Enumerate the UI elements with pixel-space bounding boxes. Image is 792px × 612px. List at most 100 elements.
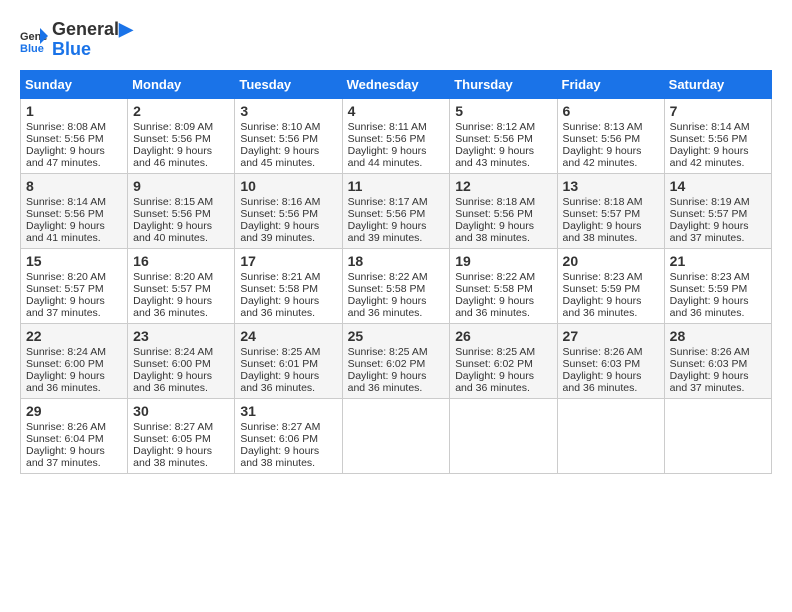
sunset-label: Sunset: 5:56 PM <box>240 133 318 145</box>
sunrise-label: Sunrise: 8:08 AM <box>26 121 106 133</box>
daylight-label: Daylight: 9 hours <box>348 295 427 307</box>
header-tuesday: Tuesday <box>235 70 342 98</box>
sunset-label: Sunset: 5:58 PM <box>348 283 426 295</box>
sunrise-label: Sunrise: 8:24 AM <box>133 346 213 358</box>
daylight-label: Daylight: 9 hours <box>240 295 319 307</box>
logo-icon: General Blue <box>20 26 48 54</box>
sunrise-label: Sunrise: 8:24 AM <box>26 346 106 358</box>
daylight-minutes: and 37 minutes. <box>26 457 101 469</box>
daylight-minutes: and 36 minutes. <box>348 382 423 394</box>
calendar-cell: 31 Sunrise: 8:27 AM Sunset: 6:06 PM Dayl… <box>235 398 342 473</box>
sunset-label: Sunset: 5:56 PM <box>26 208 104 220</box>
daylight-minutes: and 37 minutes. <box>26 307 101 319</box>
day-number: 9 <box>133 178 229 194</box>
header-wednesday: Wednesday <box>342 70 450 98</box>
sunset-label: Sunset: 6:00 PM <box>26 358 104 370</box>
day-number: 23 <box>133 328 229 344</box>
calendar-cell <box>557 398 664 473</box>
calendar-cell <box>664 398 771 473</box>
sunrise-label: Sunrise: 8:25 AM <box>348 346 428 358</box>
sunset-label: Sunset: 5:57 PM <box>26 283 104 295</box>
header-monday: Monday <box>128 70 235 98</box>
sunset-label: Sunset: 5:56 PM <box>455 133 533 145</box>
calendar-cell: 10 Sunrise: 8:16 AM Sunset: 5:56 PM Dayl… <box>235 173 342 248</box>
daylight-minutes: and 42 minutes. <box>670 157 745 169</box>
sunrise-label: Sunrise: 8:15 AM <box>133 196 213 208</box>
daylight-label: Daylight: 9 hours <box>240 145 319 157</box>
calendar-cell: 22 Sunrise: 8:24 AM Sunset: 6:00 PM Dayl… <box>21 323 128 398</box>
sunrise-label: Sunrise: 8:26 AM <box>563 346 643 358</box>
day-number: 21 <box>670 253 766 269</box>
sunrise-label: Sunrise: 8:20 AM <box>26 271 106 283</box>
daylight-minutes: and 36 minutes. <box>455 382 530 394</box>
day-number: 1 <box>26 103 122 119</box>
sunrise-label: Sunrise: 8:19 AM <box>670 196 750 208</box>
day-number: 22 <box>26 328 122 344</box>
daylight-label: Daylight: 9 hours <box>26 145 105 157</box>
calendar-cell: 8 Sunrise: 8:14 AM Sunset: 5:56 PM Dayli… <box>21 173 128 248</box>
sunrise-label: Sunrise: 8:25 AM <box>455 346 535 358</box>
calendar-cell: 18 Sunrise: 8:22 AM Sunset: 5:58 PM Dayl… <box>342 248 450 323</box>
day-number: 8 <box>26 178 122 194</box>
calendar-cell: 19 Sunrise: 8:22 AM Sunset: 5:58 PM Dayl… <box>450 248 557 323</box>
sunrise-label: Sunrise: 8:17 AM <box>348 196 428 208</box>
daylight-label: Daylight: 9 hours <box>563 220 642 232</box>
sunrise-label: Sunrise: 8:09 AM <box>133 121 213 133</box>
daylight-label: Daylight: 9 hours <box>26 220 105 232</box>
day-number: 25 <box>348 328 445 344</box>
day-number: 4 <box>348 103 445 119</box>
sunrise-label: Sunrise: 8:26 AM <box>670 346 750 358</box>
sunset-label: Sunset: 5:58 PM <box>455 283 533 295</box>
day-number: 15 <box>26 253 122 269</box>
daylight-minutes: and 36 minutes. <box>670 307 745 319</box>
sunset-label: Sunset: 5:59 PM <box>670 283 748 295</box>
daylight-minutes: and 46 minutes. <box>133 157 208 169</box>
daylight-minutes: and 38 minutes. <box>455 232 530 244</box>
sunset-label: Sunset: 6:00 PM <box>133 358 211 370</box>
daylight-label: Daylight: 9 hours <box>26 295 105 307</box>
sunset-label: Sunset: 5:56 PM <box>240 208 318 220</box>
daylight-label: Daylight: 9 hours <box>26 445 105 457</box>
daylight-label: Daylight: 9 hours <box>133 145 212 157</box>
logo-text-line2: Blue <box>52 40 133 60</box>
sunset-label: Sunset: 6:04 PM <box>26 433 104 445</box>
calendar-cell: 12 Sunrise: 8:18 AM Sunset: 5:56 PM Dayl… <box>450 173 557 248</box>
day-number: 30 <box>133 403 229 419</box>
sunset-label: Sunset: 6:02 PM <box>348 358 426 370</box>
daylight-label: Daylight: 9 hours <box>455 220 534 232</box>
sunrise-label: Sunrise: 8:22 AM <box>348 271 428 283</box>
calendar-cell: 30 Sunrise: 8:27 AM Sunset: 6:05 PM Dayl… <box>128 398 235 473</box>
logo: General Blue General▶ Blue <box>20 20 133 60</box>
sunset-label: Sunset: 5:56 PM <box>670 133 748 145</box>
calendar-cell: 17 Sunrise: 8:21 AM Sunset: 5:58 PM Dayl… <box>235 248 342 323</box>
daylight-label: Daylight: 9 hours <box>348 370 427 382</box>
page-header: General Blue General▶ Blue <box>20 20 772 60</box>
day-number: 2 <box>133 103 229 119</box>
daylight-label: Daylight: 9 hours <box>26 370 105 382</box>
calendar-cell: 3 Sunrise: 8:10 AM Sunset: 5:56 PM Dayli… <box>235 98 342 173</box>
daylight-minutes: and 36 minutes. <box>133 307 208 319</box>
sunset-label: Sunset: 5:56 PM <box>133 133 211 145</box>
calendar-week-row: 1 Sunrise: 8:08 AM Sunset: 5:56 PM Dayli… <box>21 98 772 173</box>
daylight-minutes: and 47 minutes. <box>26 157 101 169</box>
header-thursday: Thursday <box>450 70 557 98</box>
sunrise-label: Sunrise: 8:10 AM <box>240 121 320 133</box>
daylight-label: Daylight: 9 hours <box>348 220 427 232</box>
sunrise-label: Sunrise: 8:26 AM <box>26 421 106 433</box>
calendar-cell: 24 Sunrise: 8:25 AM Sunset: 6:01 PM Dayl… <box>235 323 342 398</box>
daylight-minutes: and 38 minutes. <box>240 457 315 469</box>
sunrise-label: Sunrise: 8:13 AM <box>563 121 643 133</box>
sunset-label: Sunset: 5:57 PM <box>563 208 641 220</box>
header-saturday: Saturday <box>664 70 771 98</box>
calendar-cell: 13 Sunrise: 8:18 AM Sunset: 5:57 PM Dayl… <box>557 173 664 248</box>
day-number: 26 <box>455 328 551 344</box>
day-number: 10 <box>240 178 336 194</box>
sunset-label: Sunset: 5:57 PM <box>670 208 748 220</box>
daylight-label: Daylight: 9 hours <box>133 220 212 232</box>
sunrise-label: Sunrise: 8:22 AM <box>455 271 535 283</box>
day-number: 31 <box>240 403 336 419</box>
calendar-cell: 28 Sunrise: 8:26 AM Sunset: 6:03 PM Dayl… <box>664 323 771 398</box>
sunrise-label: Sunrise: 8:14 AM <box>670 121 750 133</box>
sunset-label: Sunset: 6:01 PM <box>240 358 318 370</box>
sunset-label: Sunset: 5:56 PM <box>26 133 104 145</box>
